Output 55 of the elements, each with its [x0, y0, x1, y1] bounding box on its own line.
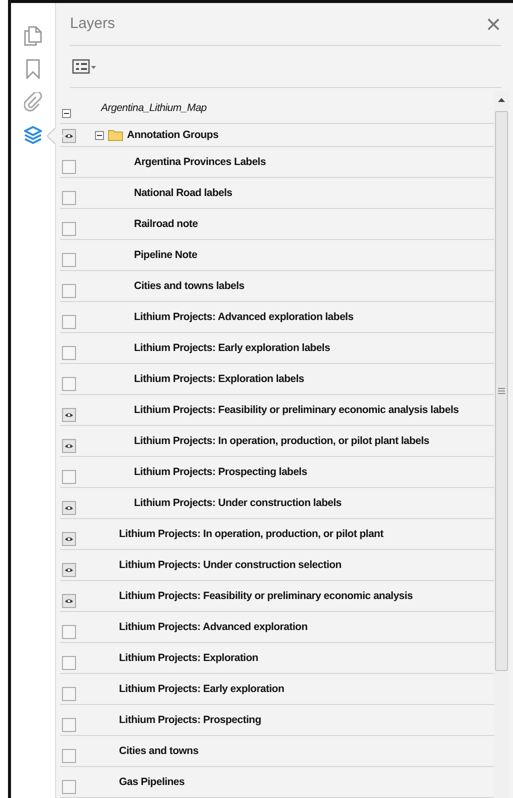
paperclip-icon[interactable] — [22, 91, 44, 113]
visibility-checkbox[interactable] — [62, 222, 76, 236]
eye-checkbox[interactable] — [62, 439, 76, 453]
layer-label[interactable]: Lithium Projects: Prospecting — [119, 705, 262, 729]
visibility-checkbox[interactable] — [62, 315, 76, 329]
visibility-checkbox[interactable] — [62, 160, 76, 174]
visibility-checkbox[interactable] — [62, 253, 76, 267]
eye-checkbox[interactable] — [62, 532, 76, 546]
layers-icon[interactable] — [22, 124, 44, 146]
visibility-checkbox[interactable] — [62, 687, 76, 701]
layer-label[interactable]: Lithium Projects: Early exploration — [119, 674, 284, 698]
visibility-checkbox[interactable] — [62, 780, 76, 794]
folder-icon — [108, 128, 123, 141]
layer-label[interactable]: Lithium Projects: Under construction labels — [134, 488, 342, 512]
visibility-checkbox[interactable] — [62, 346, 76, 360]
eye-checkbox[interactable] — [62, 501, 76, 515]
layer-label[interactable]: Pipeline Note — [134, 240, 198, 264]
layer-label[interactable]: Lithium Projects: Exploration — [119, 643, 258, 667]
layer-label[interactable]: Lithium Projects: Prospecting labels — [134, 457, 308, 481]
collapse-icon[interactable] — [95, 131, 104, 140]
panel-title: Layers — [70, 14, 116, 34]
layer-label[interactable]: Argentina Provinces Labels — [134, 147, 266, 171]
visibility-checkbox[interactable] — [62, 718, 76, 732]
layer-label[interactable]: Lithium Projects: Advanced exploration — [119, 612, 308, 636]
layer-label[interactable]: Lithium Projects: Exploration labels — [134, 364, 304, 388]
layer-label[interactable]: National Road labels — [134, 178, 232, 202]
pages-icon[interactable] — [22, 25, 44, 47]
layer-label[interactable]: Railroad note — [134, 209, 198, 233]
layer-label[interactable]: Lithium Projects: Feasibility or preliminary economic analysis labels — [134, 395, 459, 419]
eye-checkbox[interactable] — [62, 563, 76, 577]
layer-label[interactable]: Lithium Projects: In operation, production, or pilot plant — [119, 519, 384, 543]
collapse-icon[interactable] — [62, 108, 71, 118]
layer-label[interactable]: Gas Pipelines — [119, 767, 185, 791]
layer-label[interactable]: Lithium Projects: Feasibility or preliminary economic analysis — [119, 581, 413, 605]
close-button[interactable]: × — [486, 11, 501, 37]
layer-label[interactable]: Cities and towns — [119, 736, 198, 760]
visibility-checkbox[interactable] — [62, 749, 76, 763]
visibility-checkbox[interactable] — [62, 377, 76, 391]
scroll-thumb[interactable] — [495, 111, 508, 671]
eye-checkbox[interactable] — [62, 594, 76, 608]
visibility-checkbox[interactable] — [62, 625, 76, 639]
layer-label[interactable]: Lithium Projects: Early exploration labels — [134, 333, 330, 357]
layer-label[interactable]: Argentina_Lithium_Map — [82, 91, 207, 117]
eye-checkbox[interactable] — [62, 408, 76, 422]
layer-label[interactable]: Lithium Projects: In operation, production, or pilot plant labels — [134, 426, 430, 450]
visibility-checkbox[interactable] — [62, 191, 76, 205]
layer-label[interactable]: Annotation Groups — [127, 124, 218, 144]
eye-checkbox[interactable] — [62, 129, 76, 143]
visibility-checkbox[interactable] — [62, 656, 76, 670]
layer-label[interactable]: Lithium Projects: Under construction selection — [119, 550, 342, 574]
layer-label[interactable]: Cities and towns labels — [134, 271, 244, 295]
visibility-checkbox[interactable] — [62, 284, 76, 298]
visibility-checkbox[interactable] — [62, 470, 76, 484]
layer-label[interactable]: Lithium Projects: Advanced exploration labels — [134, 302, 354, 326]
scroll-up-icon[interactable] — [498, 98, 505, 102]
